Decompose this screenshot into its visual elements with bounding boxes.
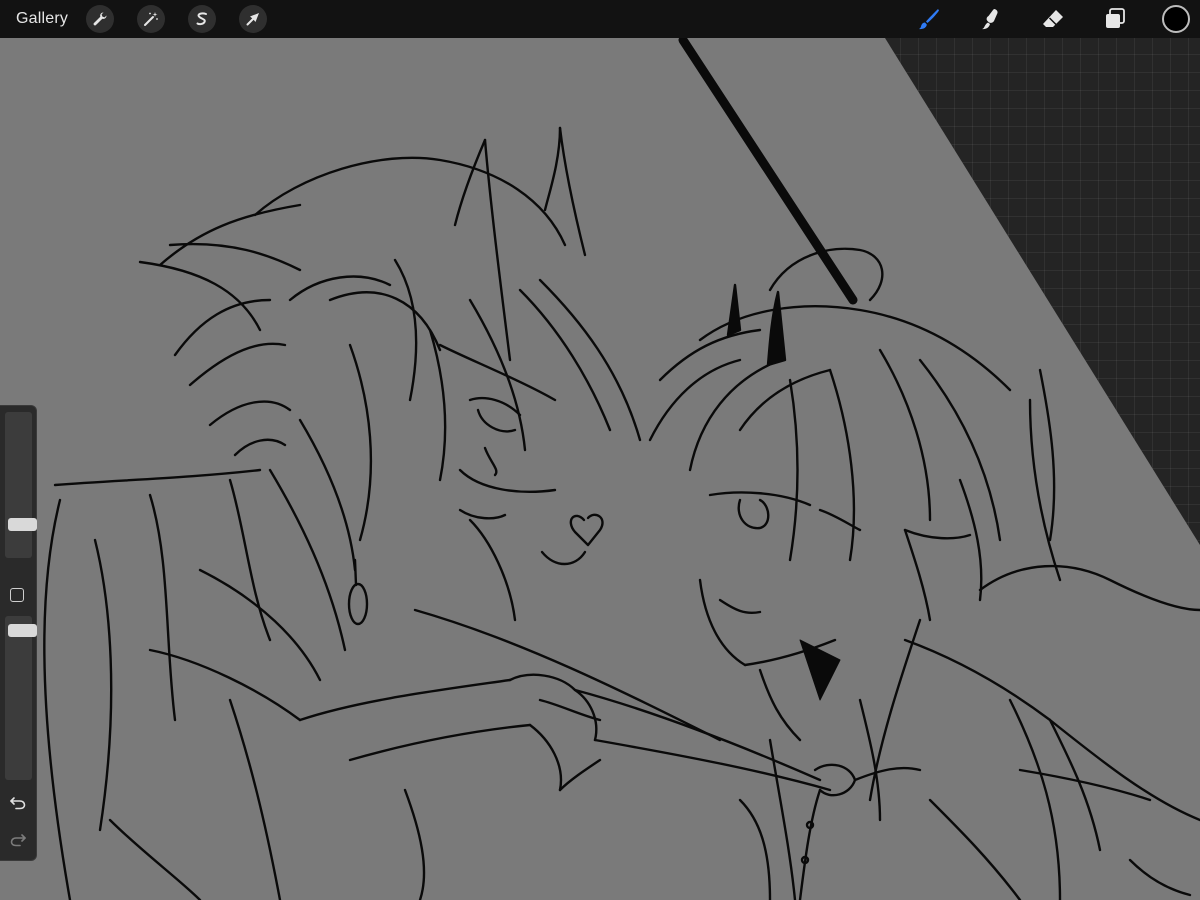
selection-button[interactable] <box>188 5 217 33</box>
redo-icon[interactable] <box>8 829 28 849</box>
brush-icon <box>919 9 939 30</box>
color-picker-button[interactable] <box>1162 5 1190 33</box>
drawing-canvas[interactable] <box>0 0 1200 900</box>
wrench-icon <box>93 12 107 26</box>
magic-wand-icon <box>144 12 158 26</box>
actions-button[interactable] <box>86 5 115 33</box>
left-sidebar <box>0 405 37 861</box>
brush-opacity-thumb[interactable] <box>8 624 37 637</box>
smudge-tool-button[interactable] <box>976 4 1006 34</box>
eraser-icon <box>1043 10 1063 27</box>
square-modify-icon[interactable] <box>10 588 24 602</box>
smudge-icon <box>982 9 998 30</box>
layers-icon <box>1106 8 1125 28</box>
gallery-button[interactable]: Gallery <box>16 10 68 28</box>
transform-button[interactable] <box>239 5 268 33</box>
brush-size-slider[interactable] <box>5 412 37 558</box>
top-toolbar: Gallery <box>0 0 1200 38</box>
erase-tool-button[interactable] <box>1038 4 1068 34</box>
layers-button[interactable] <box>1100 4 1130 34</box>
procreate-app: Gallery <box>0 0 1200 900</box>
brush-size-thumb[interactable] <box>8 518 37 531</box>
arrow-cursor-icon <box>246 13 260 26</box>
right-toolbar <box>914 0 1200 38</box>
undo-icon[interactable] <box>8 792 28 812</box>
selection-s-icon <box>196 12 208 26</box>
brush-opacity-slider[interactable] <box>5 616 37 780</box>
adjustments-button[interactable] <box>137 5 166 33</box>
paint-tool-button[interactable] <box>914 4 944 34</box>
